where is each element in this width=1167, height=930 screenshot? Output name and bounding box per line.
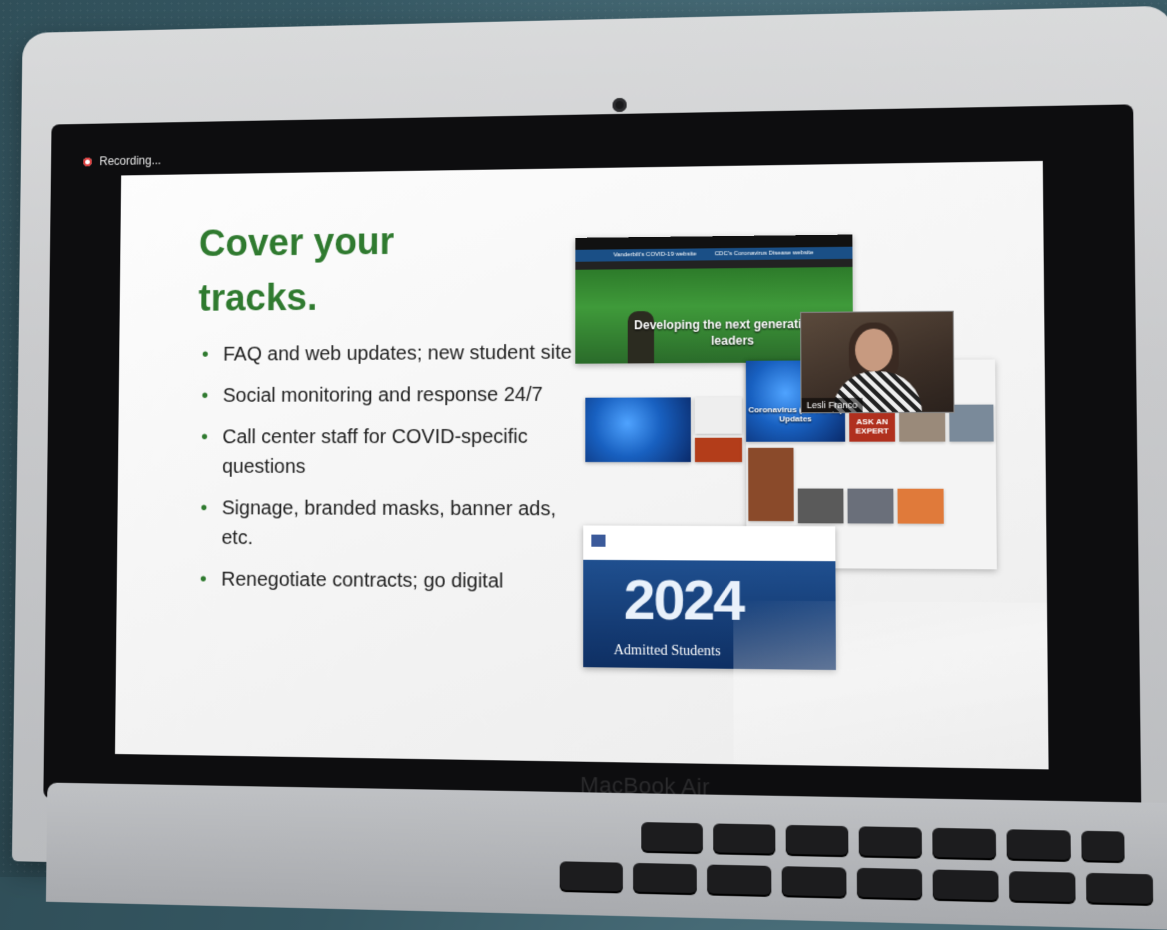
bullet-item: FAQ and web updates; new student site xyxy=(200,338,575,370)
key xyxy=(785,824,849,856)
class-year: 2024 xyxy=(623,567,744,633)
power-key xyxy=(1081,830,1125,862)
participant-video-tile[interactable]: Lesli Franco xyxy=(800,310,955,414)
record-dot-icon xyxy=(83,157,92,166)
slide-bullets: FAQ and web updates; new student site So… xyxy=(198,338,575,610)
virus-image xyxy=(585,397,691,463)
news-tile xyxy=(949,404,994,442)
alert-link-left: Vanderbilt's COVID-19 website xyxy=(613,251,697,259)
key xyxy=(1086,872,1154,904)
admitted-students-screenshot: 2024 Admitted Students xyxy=(583,525,836,671)
laptop: Recording... Cover your tracks. FAQ and … xyxy=(8,5,1167,930)
key xyxy=(707,864,772,895)
ask-expert-label: ASK AN EXPERT xyxy=(855,417,889,436)
news-tile xyxy=(847,488,894,524)
college-header xyxy=(583,525,835,557)
recording-label: Recording... xyxy=(99,153,162,169)
bullet-item: Social monitoring and response 24/7 xyxy=(199,380,574,411)
slide-title: Cover your tracks. xyxy=(198,221,395,320)
key xyxy=(781,866,847,897)
key xyxy=(633,862,697,894)
key xyxy=(1006,829,1071,860)
keyboard xyxy=(45,782,1167,930)
bullet-item: Call center staff for COVID-specific que… xyxy=(199,422,574,482)
news-tile xyxy=(694,437,743,463)
news-tile xyxy=(797,488,844,524)
news-tile xyxy=(694,397,742,434)
key xyxy=(1008,871,1076,903)
recording-indicator: Recording... xyxy=(83,153,161,168)
key xyxy=(856,867,923,899)
key xyxy=(858,826,922,857)
key xyxy=(713,823,776,854)
college-logo-icon xyxy=(591,534,606,547)
chancellor-photo xyxy=(748,447,794,522)
website-collage: Vanderbilt's COVID-19 website CDC's Coro… xyxy=(575,232,1032,685)
participant-name: Lesli Franco xyxy=(801,397,863,413)
function-key-row xyxy=(641,822,1125,862)
participant-face xyxy=(854,328,893,372)
presentation-slide: Cover your tracks. FAQ and web updates; … xyxy=(114,160,1049,770)
key xyxy=(559,861,623,892)
bullet-item: Signage, branded masks, banner ads, etc. xyxy=(198,493,574,554)
alert-link-right: CDC's Coronavirus Disease website xyxy=(714,250,814,258)
key xyxy=(641,822,703,853)
key xyxy=(932,869,999,901)
news-tile xyxy=(897,488,944,524)
bullet-item: Renegotiate contracts; go digital xyxy=(198,565,574,598)
number-key-row xyxy=(559,861,1154,904)
key xyxy=(932,827,997,859)
admitted-label: Admitted Students xyxy=(613,643,721,660)
admitted-banner: 2024 Admitted Students xyxy=(583,559,836,671)
